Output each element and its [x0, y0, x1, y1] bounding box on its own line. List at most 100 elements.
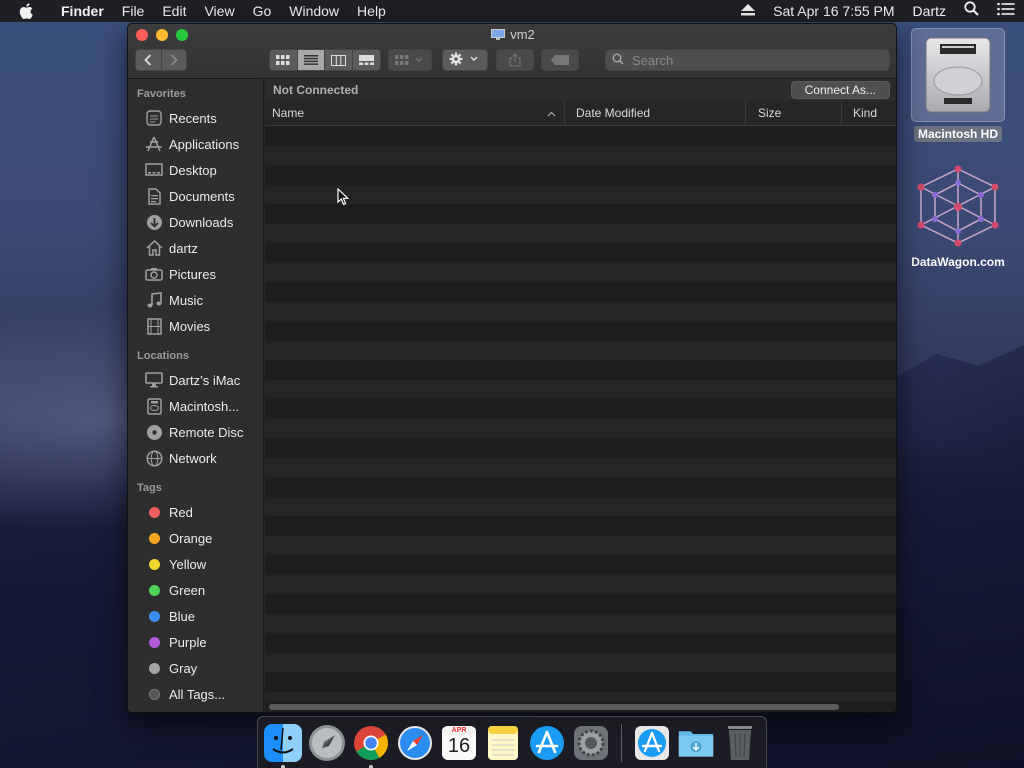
share-button[interactable] [496, 49, 534, 71]
empty-row [265, 204, 896, 224]
sidebar-tag-green[interactable]: Green [128, 577, 263, 603]
sidebar-heading-tags: Tags [137, 482, 162, 494]
column-view-button[interactable] [325, 50, 353, 70]
menu-window[interactable]: Window [280, 0, 348, 22]
empty-row [265, 691, 896, 701]
empty-row [265, 496, 896, 516]
sidebar-item-movies[interactable]: Movies [128, 313, 263, 339]
sidebar-tag-gray[interactable]: Gray [128, 655, 263, 681]
app-store-icon[interactable] [528, 724, 566, 762]
finder-icon[interactable] [264, 723, 302, 768]
sidebar-item-home[interactable]: dartz [128, 235, 263, 261]
column-date-modified[interactable]: Date Modified [565, 100, 746, 126]
empty-row [265, 223, 896, 243]
column-name[interactable]: Name [265, 100, 565, 126]
sidebar-tag-orange[interactable]: Orange [128, 525, 263, 551]
column-kind[interactable]: Kind [842, 101, 896, 126]
sidebar-heading-favorites: Favorites [137, 88, 186, 100]
camera-icon [145, 265, 163, 283]
sidebar-item-pictures[interactable]: Pictures [128, 261, 263, 287]
sidebar-item-label: dartz [169, 240, 198, 256]
connect-as-button[interactable]: Connect As... [790, 81, 890, 99]
sidebar-item-label: Desktop [169, 162, 217, 178]
sidebar-item-desktop[interactable]: Desktop [128, 157, 263, 183]
system-preferences-icon[interactable] [572, 724, 610, 762]
menu-edit[interactable]: Edit [153, 0, 195, 22]
menu-help[interactable]: Help [348, 0, 395, 22]
sidebar-item-network[interactable]: Network [128, 445, 263, 471]
empty-row [265, 360, 896, 380]
eject-icon[interactable] [732, 0, 764, 22]
sidebar-tag-blue[interactable]: Blue [128, 603, 263, 629]
horizontal-scrollbar[interactable] [269, 704, 839, 710]
nav-buttons [135, 49, 187, 71]
hard-drive-icon [911, 28, 1005, 122]
back-button[interactable] [136, 50, 162, 70]
search-input[interactable] [632, 52, 872, 68]
downloads-folder-icon[interactable] [677, 724, 715, 762]
chrome-icon[interactable] [352, 724, 390, 768]
launchpad-icon[interactable] [308, 724, 346, 762]
sidebar-all-tags[interactable]: All Tags... [128, 681, 263, 707]
desktop-icon-datawagon[interactable]: DataWagon.com [898, 165, 1018, 270]
sidebar-item-label: Green [169, 582, 206, 598]
sort-ascending-icon [547, 101, 556, 126]
clock-icon [145, 109, 163, 127]
sidebar-item-documents[interactable]: Documents [128, 183, 263, 209]
menu-view[interactable]: View [195, 0, 243, 22]
empty-row [265, 457, 896, 477]
search-field[interactable] [605, 49, 890, 71]
apple-menu-icon[interactable] [0, 0, 52, 22]
menubar-clock[interactable]: Sat Apr 16 7:55 PM [764, 0, 903, 22]
sidebar-tag-purple[interactable]: Purple [128, 629, 263, 655]
sidebar-item-imac[interactable]: Dartz’s iMac [128, 367, 263, 393]
empty-row [265, 652, 896, 672]
document-icon [145, 187, 163, 205]
sidebar-item-recents[interactable]: Recents [128, 105, 263, 131]
column-size[interactable]: Size [746, 100, 842, 126]
empty-row [265, 340, 896, 360]
dock-separator [621, 723, 622, 762]
menu-file[interactable]: File [113, 0, 154, 22]
app-store-download-icon[interactable] [633, 724, 671, 762]
empty-row [265, 555, 896, 575]
menu-bar: Finder File Edit View Go Window Help Sat… [0, 0, 1024, 22]
sidebar-item-applications[interactable]: Applications [128, 131, 263, 157]
sidebar-item-music[interactable]: Music [128, 287, 263, 313]
sidebar-tag-yellow[interactable]: Yellow [128, 551, 263, 577]
tag-color-dot [148, 506, 160, 518]
menu-go[interactable]: Go [244, 0, 281, 22]
arrange-button[interactable] [388, 49, 432, 71]
sidebar-item-macintosh-hd[interactable]: Macintosh... [128, 393, 263, 419]
desktop-icon-macintosh-hd[interactable]: Macintosh HD [906, 28, 1010, 142]
forward-button[interactable] [162, 50, 187, 70]
tag-button[interactable] [541, 49, 579, 71]
action-gear-button[interactable] [442, 49, 488, 71]
empty-row [265, 438, 896, 458]
safari-icon[interactable] [396, 724, 434, 762]
trash-icon[interactable] [721, 724, 759, 762]
all-tags-icon [148, 688, 160, 700]
menu-app-name[interactable]: Finder [52, 0, 113, 22]
gallery-view-button[interactable] [353, 50, 380, 70]
sidebar-item-label: Macintosh... [169, 398, 240, 414]
notes-icon[interactable] [484, 724, 522, 762]
empty-row [265, 535, 896, 555]
sidebar-tag-red[interactable]: Red [128, 499, 263, 525]
icon-view-button[interactable] [270, 50, 298, 70]
empty-row [265, 613, 896, 633]
empty-row [265, 418, 896, 438]
calendar-icon[interactable]: APR 16 [440, 724, 478, 762]
sidebar-item-downloads[interactable]: Downloads [128, 209, 263, 235]
spotlight-search-icon[interactable] [955, 0, 988, 22]
notification-center-icon[interactable] [988, 0, 1024, 22]
empty-row [265, 516, 896, 536]
empty-row [265, 399, 896, 419]
sidebar-item-label: Purple [169, 634, 207, 650]
empty-row [265, 594, 896, 614]
sidebar-item-remote-disc[interactable]: Remote Disc [128, 419, 263, 445]
hard-drive-icon [145, 397, 163, 415]
list-view-button[interactable] [297, 50, 325, 70]
column-header: Name Date Modified Size Kind [265, 100, 896, 126]
menubar-user[interactable]: Dartz [904, 0, 955, 22]
